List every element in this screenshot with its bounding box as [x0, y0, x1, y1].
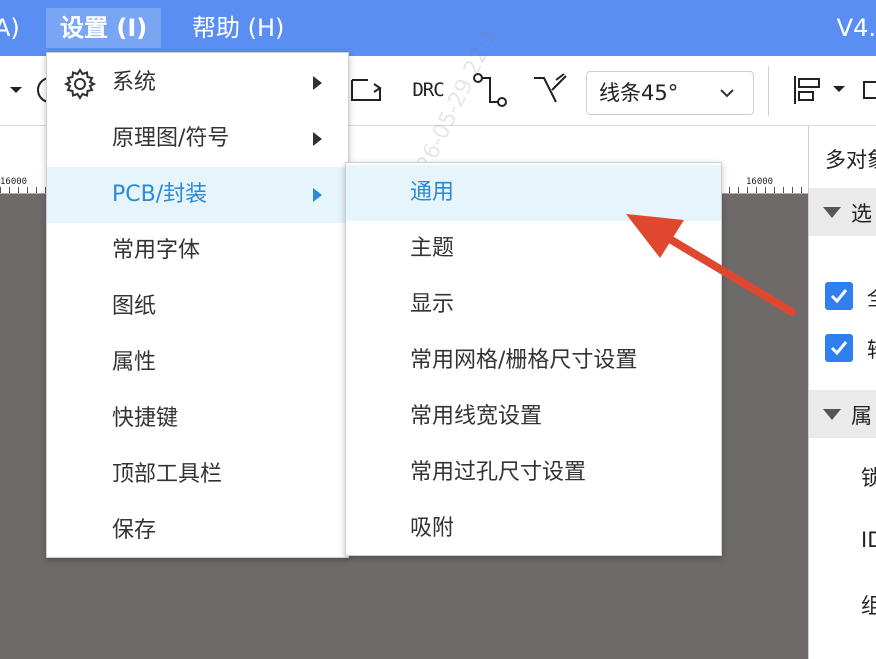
menu-item-label: 系统	[112, 70, 157, 95]
menu-help[interactable]: 帮助 (H)	[192, 8, 284, 48]
line-mode-select[interactable]: 线条45°	[586, 71, 754, 115]
submenu-item-display[interactable]: 显示	[346, 277, 721, 333]
rotate-icon[interactable]	[346, 70, 386, 110]
section-select-label: 选	[851, 202, 872, 226]
submenu-item-track-width[interactable]: 常用线宽设置	[346, 389, 721, 445]
panel-title: 多对象	[825, 148, 876, 172]
panel-section-select[interactable]: 选	[809, 188, 876, 236]
menu-item-label: 保存	[112, 518, 157, 543]
menu-item-label: 图纸	[112, 294, 157, 319]
submenu-item-grid[interactable]: 常用网格/栅格尺寸设置	[346, 333, 721, 389]
menu-item-shortcuts[interactable]: 快捷键	[47, 391, 348, 447]
checkbox-2[interactable]	[825, 334, 853, 362]
submenu-item-via-size[interactable]: 常用过孔尺寸设置	[346, 445, 721, 501]
menu-item-label: 原理图/符号	[112, 126, 230, 151]
submenu-item-label: 显示	[410, 292, 455, 317]
menu-item-save[interactable]: 保存	[47, 503, 348, 559]
submenu-item-label: 主题	[410, 236, 455, 261]
property-panel: 多对象 选 全 轮 属 锁 ID 组	[808, 126, 876, 659]
line-mode-value: 线条45°	[599, 81, 679, 105]
gear-icon	[63, 68, 97, 104]
menu-item-label: 属性	[112, 350, 157, 375]
menu-item-properties[interactable]: 属性	[47, 335, 348, 391]
menu-item-label: 常用字体	[112, 238, 201, 263]
menu-item-schematic[interactable]: 原理图/符号	[47, 111, 348, 167]
checkbox-2-label: 轮	[867, 334, 876, 364]
menu-item-system[interactable]: 系统	[47, 55, 348, 111]
menu-item-label: PCB/封装	[112, 182, 208, 207]
diff-pair-icon[interactable]	[530, 70, 570, 110]
menu-item-label: 顶部工具栏	[112, 462, 223, 487]
submenu-item-label: 吸附	[410, 516, 455, 541]
submenu-item-snap[interactable]: 吸附	[346, 501, 721, 557]
menubar: A) 设置 (I) 帮助 (H) V4.	[0, 0, 876, 56]
ruler-label-right: 16000	[746, 177, 774, 187]
submenu-arrow-icon	[313, 76, 322, 90]
submenu-item-label: 常用过孔尺寸设置	[410, 460, 587, 485]
submenu-arrow-icon	[313, 188, 322, 202]
panel-section-props[interactable]: 属	[809, 390, 876, 438]
row-id-label: ID	[861, 528, 876, 552]
menu-settings[interactable]: 设置 (I)	[46, 8, 162, 48]
checkbox-1-label: 全	[867, 282, 876, 312]
submenu-item-general[interactable]: 通用	[346, 165, 721, 221]
ruler-label-left: 16000	[0, 177, 28, 187]
partial-icon-right[interactable]	[862, 70, 876, 110]
align-left-icon[interactable]	[790, 70, 850, 110]
row-lock-label: 锁	[861, 462, 876, 492]
menu-item-label: 快捷键	[112, 406, 179, 431]
submenu-arrow-icon	[313, 132, 322, 146]
menu-item-fonts[interactable]: 常用字体	[47, 223, 348, 279]
menu-item-sheet[interactable]: 图纸	[47, 279, 348, 335]
collapse-triangle-icon	[823, 409, 841, 420]
submenu-item-label: 通用	[410, 180, 455, 205]
version-label: V4.	[836, 14, 876, 42]
submenu-item-label: 常用线宽设置	[410, 404, 543, 429]
submenu-item-theme[interactable]: 主题	[346, 221, 721, 277]
row-group-label: 组	[861, 590, 876, 620]
pcb-submenu: 通用 主题 显示 常用网格/栅格尺寸设置 常用线宽设置 常用过孔尺寸设置 吸附	[345, 162, 722, 556]
submenu-item-label: 常用网格/栅格尺寸设置	[410, 348, 638, 373]
menu-item-pcb[interactable]: PCB/封装	[47, 167, 348, 223]
checkbox-1[interactable]	[825, 282, 853, 310]
chevron-down-icon	[719, 84, 735, 103]
toolbar-divider	[768, 66, 769, 116]
section-props-label: 属	[851, 404, 872, 428]
settings-menu: 系统 原理图/符号 PCB/封装 常用字体 图纸 属性 快捷键 顶部工具栏 保存	[46, 52, 349, 558]
collapse-triangle-icon	[823, 207, 841, 218]
menu-item-a[interactable]: A)	[0, 8, 20, 48]
menu-item-top-toolbar[interactable]: 顶部工具栏	[47, 447, 348, 503]
dropdown-caret-icon[interactable]	[4, 70, 28, 110]
